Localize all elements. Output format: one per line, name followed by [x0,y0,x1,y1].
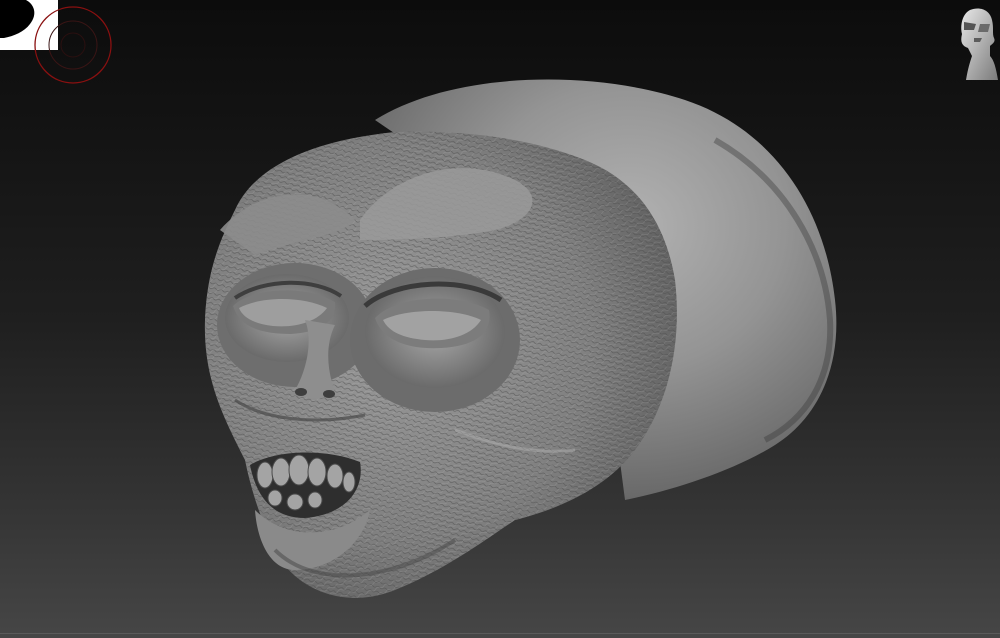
ground-line [0,633,1000,634]
navigation-head-icon[interactable] [952,4,998,82]
canvas-viewport[interactable] [0,0,1000,638]
alien-head-sculpt[interactable] [195,70,845,610]
rotation-gizmo-icon[interactable] [32,4,114,86]
